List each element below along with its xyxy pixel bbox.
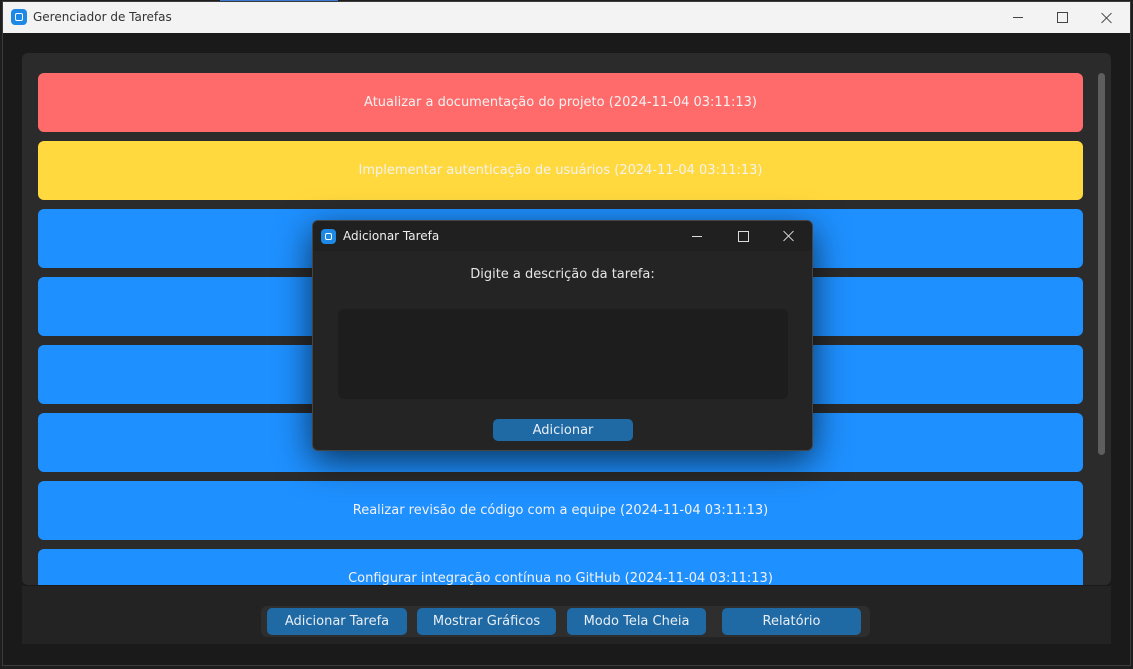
dialog-titlebar[interactable]: Adicionar Tarefa [313, 221, 812, 251]
dialog-close-button[interactable] [767, 221, 811, 251]
app-icon [11, 9, 27, 25]
task-item[interactable]: Implementar autenticação de usuários (20… [38, 141, 1083, 200]
dialog-minimize-button[interactable] [675, 221, 719, 251]
dialog-prompt: Digite a descrição da tarefa: [470, 267, 655, 282]
fullscreen-button[interactable]: Modo Tela Cheia [567, 608, 706, 635]
window-title: Gerenciador de Tarefas [33, 10, 172, 24]
add-task-dialog: Adicionar Tarefa Digite a descrição da t… [312, 220, 813, 451]
close-button[interactable] [1084, 2, 1130, 33]
add-task-button[interactable]: Adicionar Tarefa [267, 608, 407, 635]
show-charts-button[interactable]: Mostrar Gráficos [417, 608, 556, 635]
app-icon [321, 229, 336, 244]
maximize-icon [1056, 12, 1068, 23]
maximize-button[interactable] [1039, 2, 1085, 33]
task-item[interactable]: Configurar integração contínua no GitHub… [38, 549, 1083, 585]
add-button[interactable]: Adicionar [493, 419, 633, 441]
list-scrollbar[interactable] [1098, 73, 1105, 455]
task-item[interactable]: Atualizar a documentação do projeto (202… [38, 73, 1083, 132]
minimize-button[interactable] [995, 2, 1041, 33]
minimize-icon [1013, 17, 1023, 18]
dialog-title: Adicionar Tarefa [343, 229, 440, 243]
task-description-input[interactable] [338, 309, 788, 399]
close-icon [783, 230, 795, 242]
window-titlebar[interactable]: Gerenciador de Tarefas [3, 2, 1130, 33]
minimize-icon [692, 235, 702, 237]
close-icon [1101, 12, 1113, 24]
report-button[interactable]: Relatório [722, 608, 861, 635]
task-item[interactable]: Realizar revisão de código com a equipe … [38, 481, 1083, 540]
maximize-icon [737, 230, 749, 242]
dialog-maximize-button[interactable] [721, 221, 765, 251]
footer-bar: Adicionar Tarefa Mostrar Gráficos Modo T… [22, 586, 1111, 644]
